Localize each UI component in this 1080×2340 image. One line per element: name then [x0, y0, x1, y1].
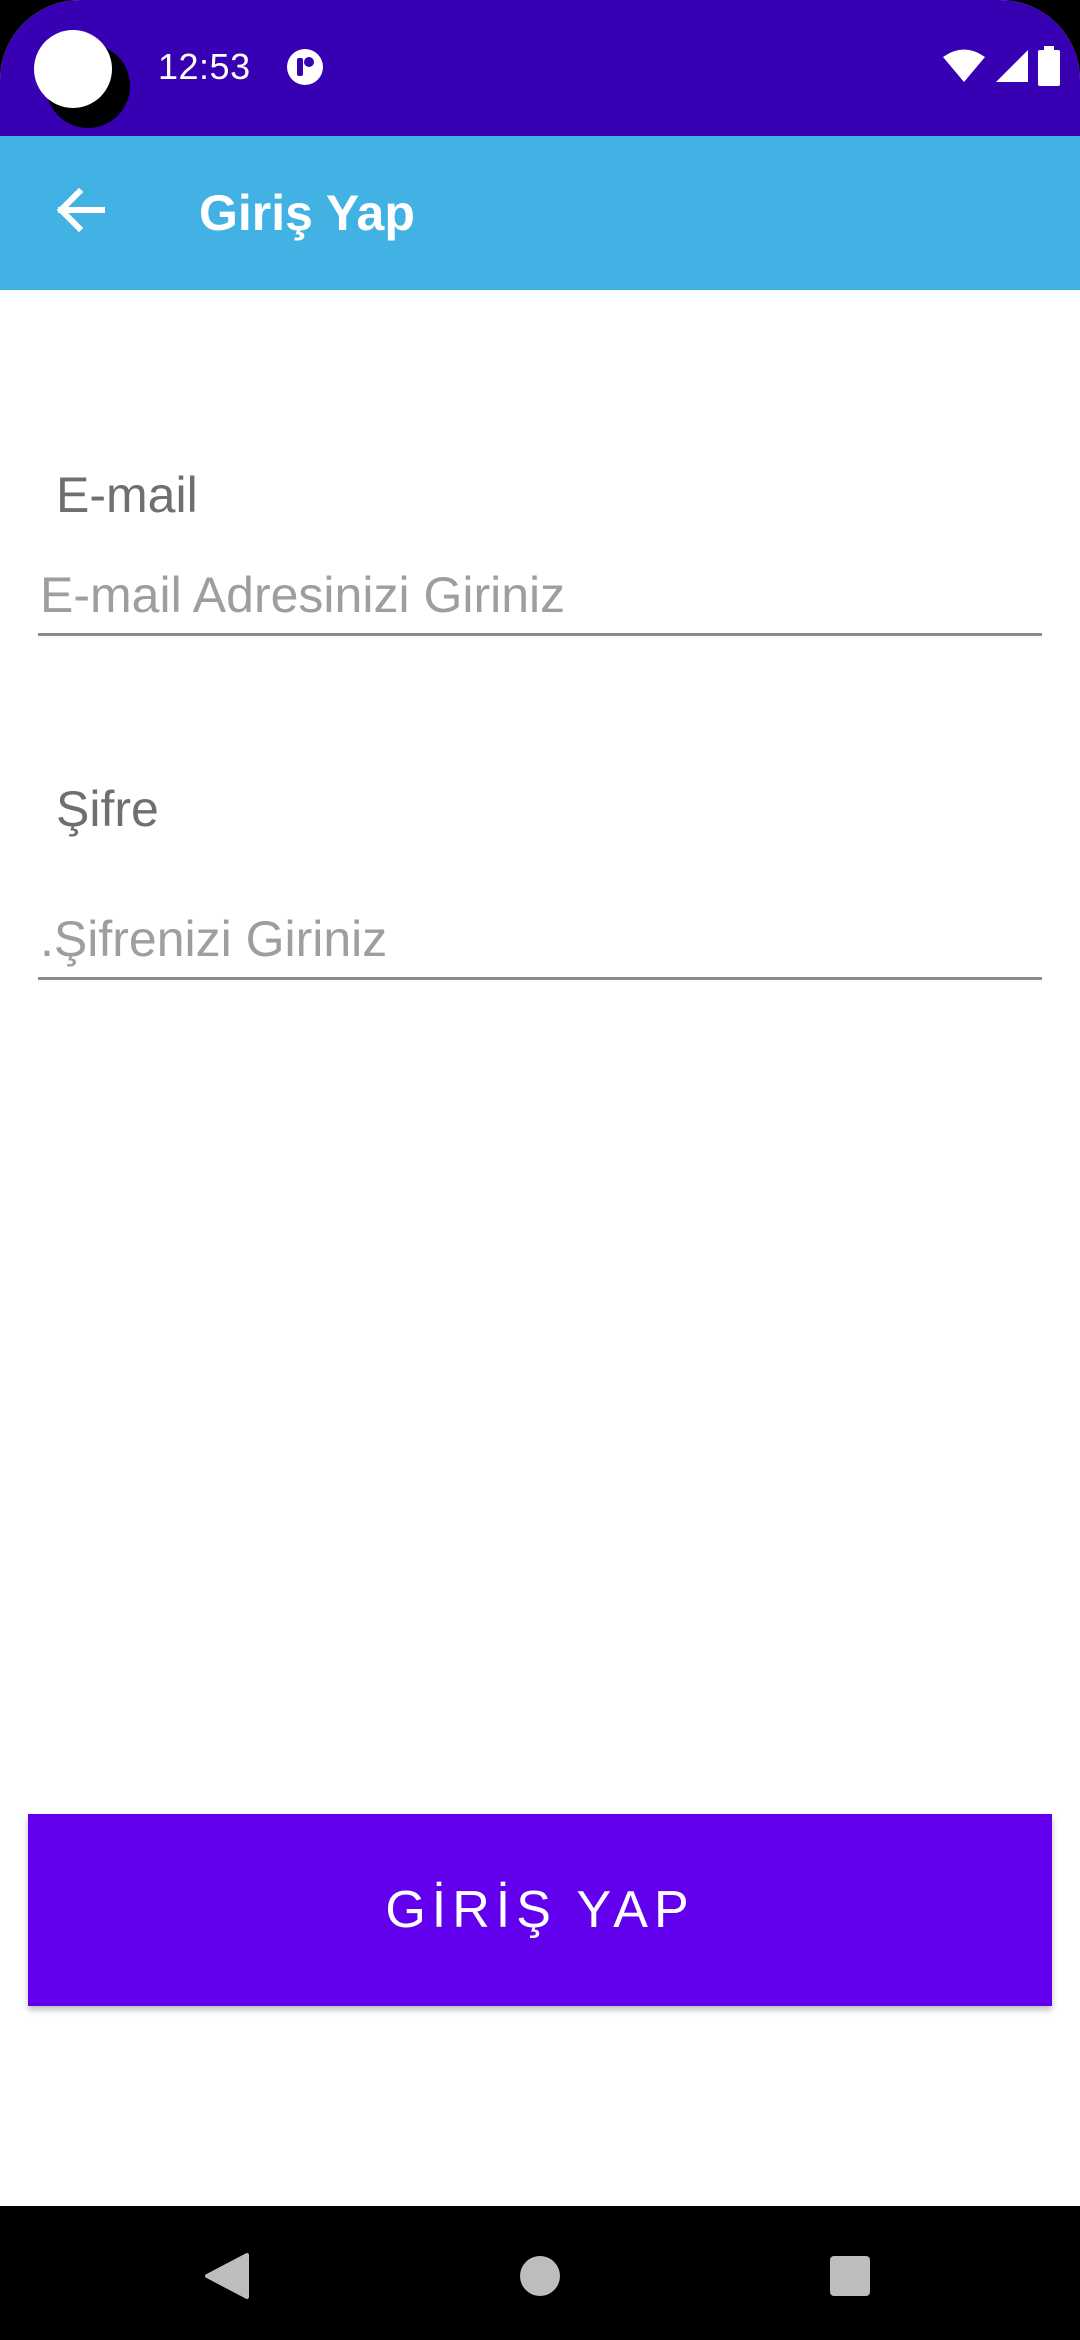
app-bar: Giriş Yap: [0, 136, 1080, 290]
back-button[interactable]: [40, 172, 120, 252]
recents-square-icon: [828, 2254, 872, 2303]
nav-recents-button[interactable]: [820, 2248, 880, 2308]
wifi-icon: [942, 48, 986, 89]
battery-icon: [1038, 45, 1060, 91]
email-label: E-mail: [56, 467, 198, 523]
status-time: 12:53: [158, 46, 251, 87]
signal-icon: [994, 48, 1030, 89]
login-button[interactable]: GİRİŞ YAP: [28, 1814, 1052, 2006]
email-field[interactable]: [38, 556, 1042, 636]
navigation-bar: [0, 2206, 1080, 2340]
nav-back-button[interactable]: [196, 2248, 256, 2308]
page-title: Giriş Yap: [199, 185, 415, 241]
camera-cutout: [34, 30, 130, 128]
phone-screen: 12:53 Giriş Yap E-mail E-mail Adresinizi…: [0, 0, 1080, 2340]
password-field[interactable]: [38, 900, 1042, 980]
home-circle-icon: [518, 2254, 562, 2303]
password-label: Şifre: [56, 781, 159, 837]
app-notification-icon: [286, 48, 324, 86]
back-triangle-icon: [203, 2251, 249, 2306]
arrow-left-icon: [55, 187, 106, 237]
status-right-icons: [942, 45, 1060, 91]
nav-home-button[interactable]: [510, 2248, 570, 2308]
status-bar: 12:53: [0, 0, 1080, 136]
